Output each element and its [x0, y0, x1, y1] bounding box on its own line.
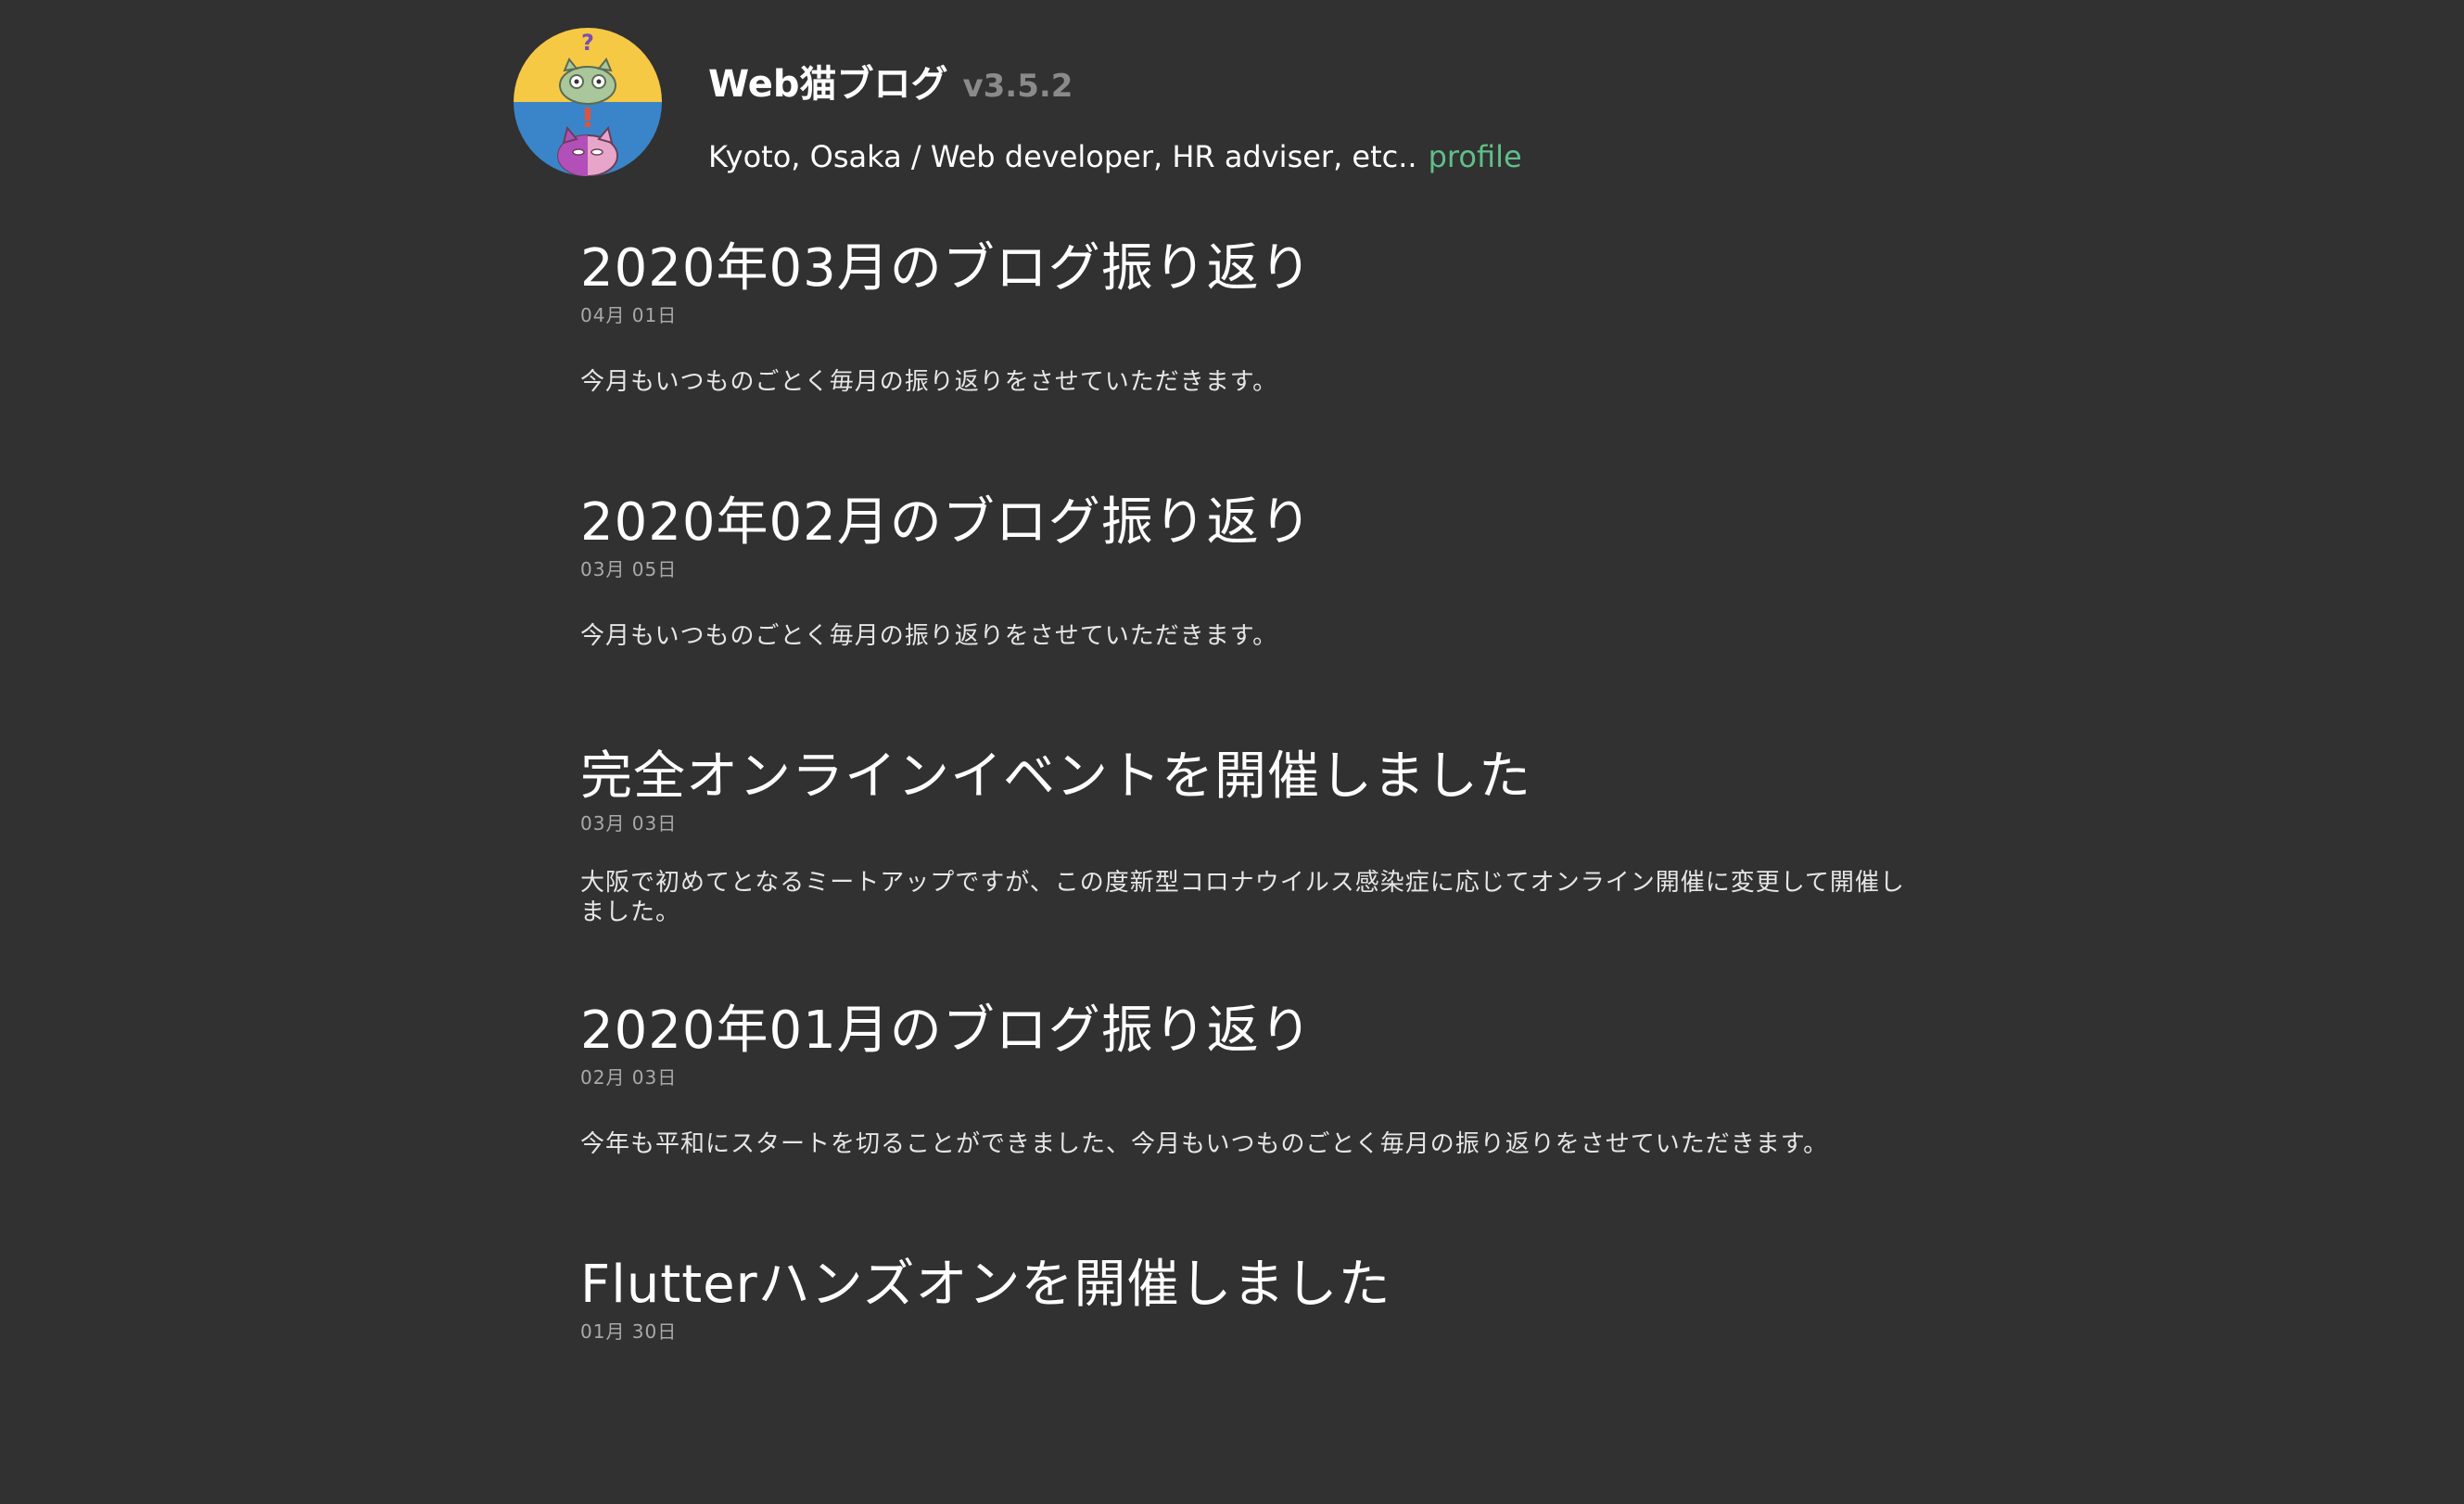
header-text: Web猫ブログ v3.5.2 Kyoto, Osaka / Web develo…: [708, 54, 1522, 174]
avatar-cats-icon: ?: [514, 28, 662, 176]
site-title-row: Web猫ブログ v3.5.2: [708, 54, 1522, 108]
post-title[interactable]: Flutterハンズオンを開催しました: [580, 1250, 1924, 1320]
site-tagline: Kyoto, Osaka / Web developer, HR adviser…: [708, 139, 1522, 174]
post-date: 03月 03日: [580, 812, 678, 835]
post-list: 2020年03月のブログ振り返り 04月 01日 今月もいつものごとく毎月の振り…: [580, 234, 1924, 1504]
tagline-text: Kyoto, Osaka / Web developer, HR adviser…: [708, 139, 1417, 174]
site-title[interactable]: Web猫ブログ: [708, 54, 947, 108]
post-excerpt: 大阪で初めてとなるミートアップですが、この度新型コロナウイルス感染症に応じてオン…: [580, 869, 1905, 926]
post-item: 2020年02月のブログ振り返り 03月 05日 今月もいつものごとく毎月の振り…: [580, 488, 1924, 742]
post-title[interactable]: 完全オンラインイベントを開催しました: [580, 742, 1924, 812]
post-date: 03月 05日: [580, 558, 678, 580]
profile-link[interactable]: profile: [1429, 139, 1522, 174]
post-excerpt: 今月もいつものごとく毎月の振り返りをさせていただきます。: [580, 622, 1278, 650]
post-date: 01月 30日: [580, 1320, 678, 1343]
post-item: 2020年01月のブログ振り返り 02月 03日 今年も平和にスタートを切ること…: [580, 996, 1924, 1250]
post-title[interactable]: 2020年01月のブログ振り返り: [580, 996, 1924, 1066]
post-date: 04月 01日: [580, 304, 678, 326]
post-item: 完全オンラインイベントを開催しました 03月 03日 大阪で初めてとなるミートア…: [580, 742, 1924, 996]
post-item: Flutterハンズオンを開催しました 01月 30日: [580, 1250, 1924, 1504]
post-excerpt: 今月もいつものごとく毎月の振り返りをさせていただきます。: [580, 368, 1278, 396]
avatar[interactable]: ?: [514, 28, 662, 176]
post-excerpt: 今年も平和にスタートを切ることができました、今月もいつものごとく毎月の振り返りを…: [580, 1130, 1829, 1158]
site-version: v3.5.2: [962, 68, 1073, 105]
post-title[interactable]: 2020年02月のブログ振り返り: [580, 488, 1924, 558]
svg-text:?: ?: [581, 30, 594, 56]
site-header: ? Web猫ブログ v3.5.2 Kyoto, Osaka / Web deve…: [514, 28, 1522, 176]
post-title[interactable]: 2020年03月のブログ振り返り: [580, 234, 1924, 304]
post-date: 02月 03日: [580, 1066, 678, 1089]
post-item: 2020年03月のブログ振り返り 04月 01日 今月もいつものごとく毎月の振り…: [580, 234, 1924, 488]
